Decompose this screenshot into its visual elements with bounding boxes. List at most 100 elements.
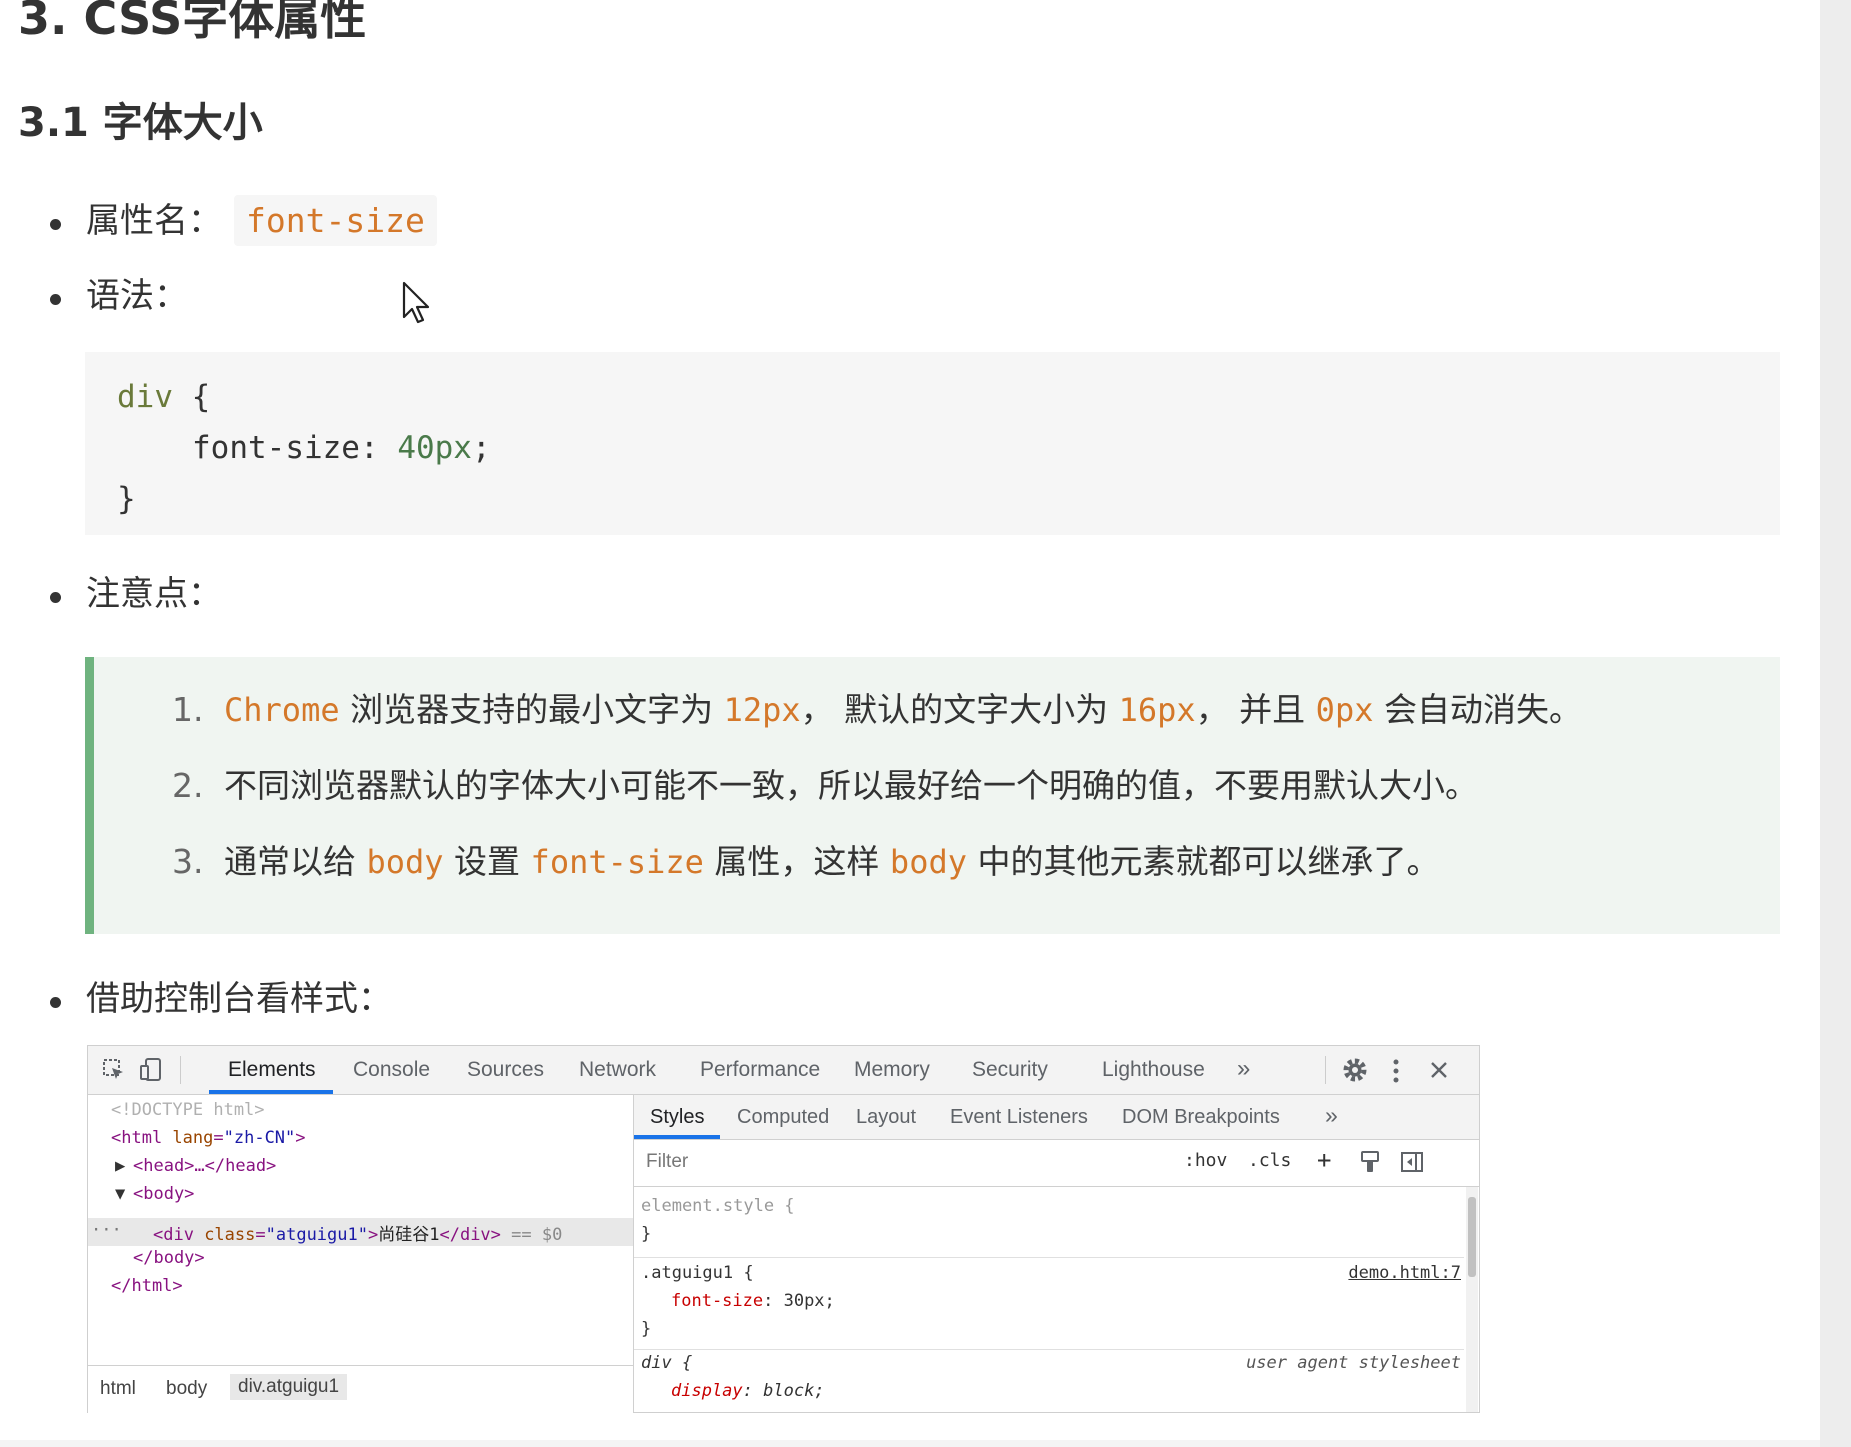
note-text: 设置 bbox=[443, 842, 531, 881]
tab-memory[interactable]: Memory bbox=[854, 1058, 930, 1082]
styles-scrollbar[interactable] bbox=[1466, 1187, 1478, 1412]
notes-label: 注意点： bbox=[86, 574, 222, 614]
css-property-name: display bbox=[671, 1381, 743, 1401]
syntax-label: 语法： bbox=[86, 276, 188, 316]
note-text: 中的其他元素就都可以继承了。 bbox=[966, 842, 1440, 881]
code-colon: : bbox=[359, 430, 398, 466]
more-tabs-button[interactable]: » bbox=[1237, 1055, 1250, 1083]
property-inline-code: font-size bbox=[234, 195, 437, 246]
dom-equals: = bbox=[255, 1225, 266, 1245]
section-title: 3. CSS字体属性 bbox=[18, 0, 367, 45]
notes-blockquote: 1. Chrome 浏览器支持的最小文字为 12px， 默认的文字大小为 16px… bbox=[85, 657, 1780, 934]
note-text: 属性，这样 bbox=[703, 842, 890, 881]
note-text: 浏览器支持的最小文字为 bbox=[339, 690, 724, 729]
note-code: 12px bbox=[723, 691, 801, 729]
tab-network[interactable]: Network bbox=[579, 1058, 656, 1082]
tab-console[interactable]: Console bbox=[353, 1058, 430, 1082]
subtab-dom-breakpoints[interactable]: DOM Breakpoints bbox=[1122, 1106, 1280, 1129]
dom-tag-end: > bbox=[367, 1225, 379, 1245]
dom-head[interactable]: <head>…</head> bbox=[133, 1156, 276, 1176]
tab-lighthouse[interactable]: Lighthouse bbox=[1102, 1058, 1205, 1082]
kebab-menu-icon[interactable] bbox=[1391, 1058, 1401, 1084]
tab-security[interactable]: Security bbox=[972, 1058, 1048, 1082]
dom-body-open[interactable]: <body> bbox=[133, 1184, 194, 1204]
toolbar-divider bbox=[1325, 1056, 1326, 1084]
devtools-panel: Elements Console Sources Network Perform… bbox=[87, 1045, 1480, 1413]
code-block: div { font-size: 40px; } bbox=[85, 352, 1780, 535]
code-semicolon: ; bbox=[471, 430, 491, 466]
element-style-selector[interactable]: element.style { bbox=[641, 1196, 795, 1216]
dom-div-selected[interactable]: <div class="atguigu1">尚硅谷1</div> == $0 bbox=[153, 1220, 562, 1245]
dom-head-expand-arrow[interactable]: ▶ bbox=[115, 1156, 125, 1176]
close-icon[interactable] bbox=[1429, 1060, 1449, 1080]
note-code: 0px bbox=[1315, 691, 1374, 729]
bullet-notes: 注意点： bbox=[50, 570, 222, 618]
page-scrollbar-track[interactable] bbox=[1820, 0, 1851, 1447]
atguigu1-declaration[interactable]: font-size: 30px; bbox=[671, 1291, 835, 1311]
note-text: 通常以给 bbox=[224, 842, 367, 881]
source-link-demo-html[interactable]: demo.html:7 bbox=[1348, 1263, 1461, 1283]
toolbar-divider bbox=[180, 1056, 181, 1084]
rule-close-brace: } bbox=[641, 1319, 652, 1339]
class-toggle-button[interactable]: .cls bbox=[1248, 1150, 1291, 1171]
paint-brush-icon[interactable] bbox=[1359, 1150, 1381, 1174]
dom-html-close[interactable]: </html> bbox=[111, 1276, 183, 1296]
css-property-value: : 30px; bbox=[763, 1291, 835, 1311]
dom-tag-end: > bbox=[295, 1128, 306, 1148]
breadcrumb-html[interactable]: html bbox=[100, 1378, 136, 1400]
new-style-rule-button[interactable]: + bbox=[1317, 1146, 1331, 1174]
dom-row-ellipsis[interactable]: ··· bbox=[91, 1220, 122, 1240]
dom-body-collapse-arrow[interactable]: ▼ bbox=[115, 1184, 125, 1204]
rule-divider bbox=[634, 1349, 1464, 1350]
dom-attr-value: "zh-CN" bbox=[223, 1128, 296, 1148]
note-number: 1. bbox=[172, 690, 204, 729]
div-selector[interactable]: div { bbox=[641, 1353, 692, 1373]
css-property-name: font-size bbox=[671, 1291, 764, 1311]
device-toolbar-icon[interactable] bbox=[138, 1057, 164, 1083]
scrollbar-thumb[interactable] bbox=[1468, 1197, 1476, 1277]
subtab-event-listeners[interactable]: Event Listeners bbox=[950, 1106, 1088, 1129]
tab-elements[interactable]: Elements bbox=[228, 1058, 316, 1082]
note-text: ， 并且 bbox=[1195, 690, 1316, 729]
dom-body-close[interactable]: </body> bbox=[133, 1248, 205, 1268]
tab-performance[interactable]: Performance bbox=[700, 1058, 820, 1082]
more-subtabs-button[interactable]: » bbox=[1325, 1102, 1338, 1129]
note-number: 3. bbox=[172, 842, 204, 881]
dom-doctype[interactable]: <!DOCTYPE html> bbox=[111, 1100, 265, 1120]
code-property: font-size bbox=[192, 430, 360, 466]
div-declaration: display: block; bbox=[671, 1381, 825, 1401]
breadcrumb-div[interactable]: div.atguigu1 bbox=[230, 1374, 348, 1400]
subtab-computed[interactable]: Computed bbox=[737, 1106, 829, 1129]
elements-dom-tree: <!DOCTYPE html> <html lang="zh-CN"> ▶ <h… bbox=[88, 1095, 634, 1413]
atguigu1-selector[interactable]: .atguigu1 { bbox=[641, 1263, 754, 1283]
dom-attr-name: lang bbox=[172, 1128, 214, 1148]
inspect-element-icon[interactable] bbox=[102, 1058, 126, 1082]
dom-html-open[interactable]: <html lang="zh-CN"> bbox=[111, 1128, 306, 1148]
note-code: body bbox=[889, 843, 967, 881]
note-text: 不同浏览器默认的字体大小可能不一致，所以最好给一个明确的值，不要用默认大小。 bbox=[224, 766, 1478, 805]
mouse-cursor-icon bbox=[402, 281, 430, 324]
property-label: 属性名： bbox=[86, 201, 222, 241]
dom-close-tag: </div> bbox=[439, 1225, 501, 1245]
dom-text-node: 尚硅谷1 bbox=[378, 1225, 440, 1245]
active-tab-indicator bbox=[209, 1090, 333, 1094]
code-line-1: div { bbox=[117, 372, 210, 423]
active-subtab-indicator bbox=[634, 1135, 720, 1139]
note-code: 16px bbox=[1118, 691, 1196, 729]
subtab-styles[interactable]: Styles bbox=[650, 1106, 704, 1129]
note-item-3: 3. 通常以给 body 设置 font-size 属性，这样 body 中的其他… bbox=[172, 837, 1439, 887]
styles-filter-input[interactable]: Filter bbox=[638, 1146, 1163, 1178]
toggle-sidebar-icon[interactable] bbox=[1400, 1151, 1424, 1173]
tab-sources[interactable]: Sources bbox=[467, 1058, 544, 1082]
bullet-console: 借助控制台看样式： bbox=[50, 975, 392, 1023]
breadcrumb-body[interactable]: body bbox=[166, 1378, 207, 1400]
note-text: ， 默认的文字大小为 bbox=[800, 690, 1119, 729]
css-property-value: : block; bbox=[742, 1381, 825, 1401]
subsection-title: 3.1 字体大小 bbox=[18, 100, 263, 146]
subtab-layout[interactable]: Layout bbox=[856, 1106, 916, 1129]
bullet-syntax: 语法： bbox=[50, 272, 188, 320]
styles-pane: Styles Computed Layout Event Listeners D… bbox=[634, 1095, 1479, 1412]
dom-attr-name: class bbox=[204, 1225, 256, 1245]
hover-state-button[interactable]: :hov bbox=[1184, 1150, 1227, 1171]
gear-icon[interactable] bbox=[1342, 1057, 1368, 1083]
